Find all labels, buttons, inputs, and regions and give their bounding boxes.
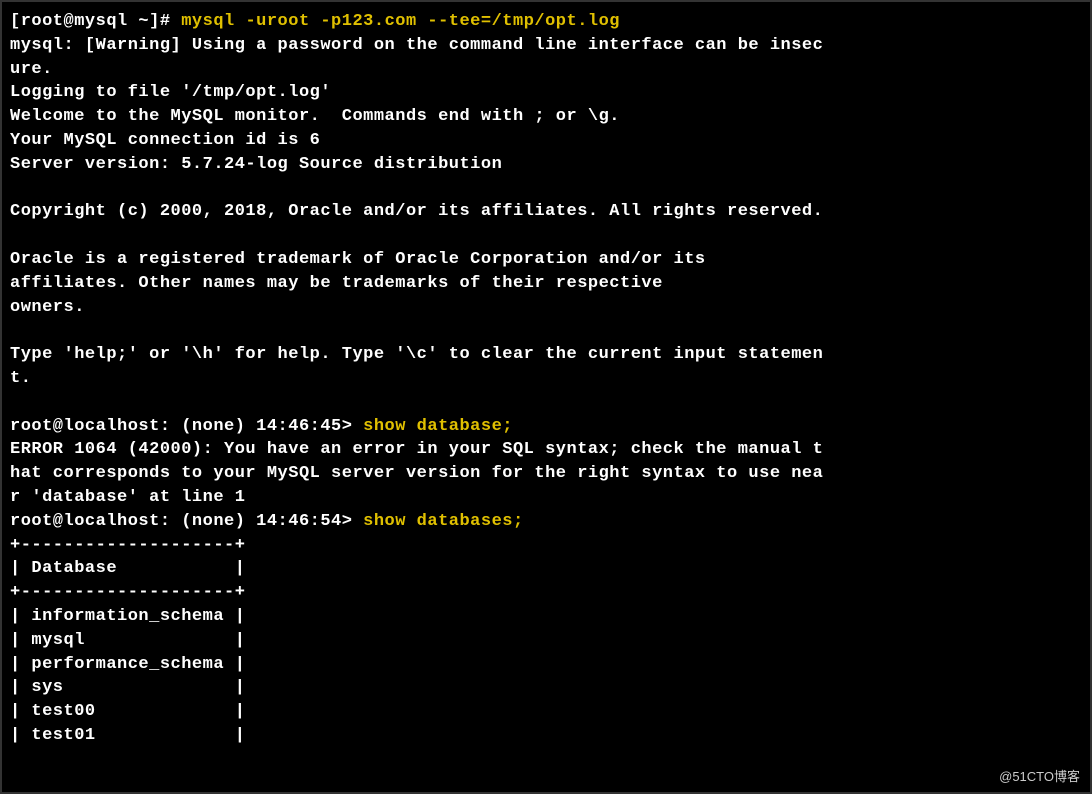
banner-line: Logging to file '/tmp/opt.log'	[10, 83, 331, 102]
table-row: | information_schema |	[10, 607, 245, 626]
banner-line: Copyright (c) 2000, 2018, Oracle and/or …	[10, 202, 823, 221]
table-header: | Database |	[10, 559, 245, 578]
error-line: hat corresponds to your MySQL server ver…	[10, 464, 823, 483]
shell-prompt: [root@mysql ~]#	[10, 12, 181, 31]
banner-line: owners.	[10, 298, 85, 317]
terminal-output[interactable]: [root@mysql ~]# mysql -uroot -p123.com -…	[2, 2, 1090, 756]
mysql-command: show database;	[363, 417, 513, 436]
table-border: +--------------------+	[10, 583, 245, 602]
mysql-command: show databases;	[363, 512, 524, 531]
mysql-prompt: root@localhost: (none) 14:46:54>	[10, 512, 363, 531]
banner-line: Server version: 5.7.24-log Source distri…	[10, 155, 502, 174]
banner-line: mysql: [Warning] Using a password on the…	[10, 36, 823, 55]
table-row: | sys |	[10, 678, 245, 697]
banner-line: ure.	[10, 60, 53, 79]
banner-line: t.	[10, 369, 31, 388]
banner-line: Type 'help;' or '\h' for help. Type '\c'…	[10, 345, 823, 364]
table-row: | test00 |	[10, 702, 245, 721]
banner-line: Your MySQL connection id is 6	[10, 131, 320, 150]
table-row: | test01 |	[10, 726, 245, 745]
banner-line: affiliates. Other names may be trademark…	[10, 274, 663, 293]
table-row: | performance_schema |	[10, 655, 245, 674]
error-line: r 'database' at line 1	[10, 488, 245, 507]
table-border: +--------------------+	[10, 536, 245, 555]
banner-line: Oracle is a registered trademark of Orac…	[10, 250, 706, 269]
table-row: | mysql |	[10, 631, 245, 650]
error-line: ERROR 1064 (42000): You have an error in…	[10, 440, 823, 459]
banner-line: Welcome to the MySQL monitor. Commands e…	[10, 107, 620, 126]
mysql-prompt: root@localhost: (none) 14:46:45>	[10, 417, 363, 436]
shell-command: mysql -uroot -p123.com --tee=/tmp/opt.lo…	[181, 12, 620, 31]
watermark: @51CTO博客	[999, 768, 1080, 786]
